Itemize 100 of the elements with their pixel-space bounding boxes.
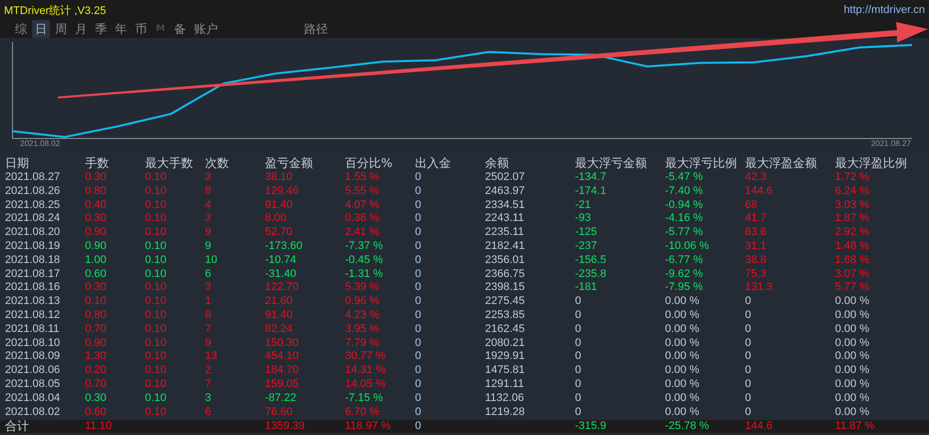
table-cell-text: 0 xyxy=(745,406,752,420)
table-cell-text: 0.00 % xyxy=(835,364,870,378)
table-cell-text: 0.30 xyxy=(85,212,108,226)
tab[interactable]: 备 xyxy=(170,20,189,38)
tab[interactable]: 路径 xyxy=(300,20,331,38)
table-cell-text: 31.1 xyxy=(745,240,768,254)
table-cell-text: -7.15 % xyxy=(345,392,384,406)
table-cell-text: -237 xyxy=(575,240,598,254)
table-cell-text: 11.10 xyxy=(85,420,113,434)
tab[interactable]: 综 xyxy=(12,20,30,38)
table-cell-text: 68 xyxy=(745,198,758,212)
table-cell-text: 0.10 xyxy=(145,378,168,392)
table-cell-text: 75.3 xyxy=(745,268,768,282)
table-cell-text: 0.10 xyxy=(145,240,168,254)
table-cell-text: 159.05 xyxy=(265,378,300,392)
column-header: 最大浮亏比例 xyxy=(665,155,738,171)
table-cell-text: 1.30 xyxy=(85,350,108,364)
table-cell-text: 3 xyxy=(205,212,212,226)
table-cell-text: -10.74 xyxy=(265,254,298,268)
table-cell-text: 0.80 xyxy=(85,308,108,323)
table-cell-text: 1.00 xyxy=(85,254,108,268)
table-cell-text: 1219.28 xyxy=(485,406,526,420)
table-cell-text: 82.24 xyxy=(265,322,294,337)
table-cell-text: -315.9 xyxy=(575,420,608,434)
table-cell-text: 0.60 xyxy=(85,406,108,420)
table-cell-text: 5.39 % xyxy=(345,281,380,296)
table-cell-text: 9 xyxy=(205,226,212,240)
table-cell-text: 2243.11 xyxy=(485,212,525,226)
tab[interactable]: 账户 xyxy=(190,20,221,38)
table-cell-text: 0.10 xyxy=(145,308,168,323)
tab[interactable]: 币 xyxy=(132,20,150,38)
table-cell-text: 0 xyxy=(745,308,752,323)
tab[interactable]: 月 xyxy=(72,20,90,38)
tab[interactable]: 年 xyxy=(112,20,130,38)
table-cell-text: 2021.08.26 xyxy=(5,184,62,199)
table-cell-text: 14.31 % xyxy=(345,364,386,378)
tab[interactable]: 季 xyxy=(92,20,110,38)
table-cell-text: 1291.11 xyxy=(485,378,525,392)
table-cell-text: 2502.07 xyxy=(485,171,526,185)
table-cell-text: 0 xyxy=(415,240,422,254)
table-cell-text: 0.10 xyxy=(145,364,168,378)
tab[interactable]: 日 xyxy=(32,20,50,38)
table-cell-text: 2235.11 xyxy=(485,226,525,240)
table-cell-text: 0.10 xyxy=(145,212,168,226)
website-link[interactable]: http://mtdriver.cn xyxy=(844,4,925,16)
table-cell-text: 0.00 % xyxy=(835,336,870,350)
table-cell-text: 0 xyxy=(575,364,582,378)
table-cell-text: 0 xyxy=(575,308,582,323)
table-cell-text: 2021.08.18 xyxy=(5,254,62,268)
table-cell-text: 0 xyxy=(415,378,422,392)
table-cell-text: 2366.75 xyxy=(485,268,526,282)
table-cell-text: 0.60 xyxy=(85,268,108,282)
table-cell-text: 2334.51 xyxy=(485,198,526,212)
table-cell-text: 0 xyxy=(575,350,582,364)
table-cell-text: 2398.15 xyxy=(485,281,526,296)
table-cell-text: -7.95 % xyxy=(665,281,704,296)
total-label: 合计 xyxy=(5,420,30,434)
table-cell-text: -10.06 % xyxy=(665,240,710,254)
table-cell-text: 1.55 % xyxy=(345,171,380,185)
table-cell-text: -0.45 % xyxy=(345,254,384,268)
table-cell-text: 0 xyxy=(415,350,422,364)
table-cell-text: 0.00 % xyxy=(665,364,700,378)
table-cell-text: 0 xyxy=(415,420,422,434)
table-cell-text: 3 xyxy=(205,171,212,185)
table-cell-text: 0.10 xyxy=(145,171,168,185)
table-cell-text: 8 xyxy=(205,308,212,323)
table-cell-text: 0.30 xyxy=(85,171,108,185)
tab[interactable]: 周 xyxy=(52,20,70,38)
table-cell-text: 2356.01 xyxy=(485,254,526,268)
table-cell-text: 0 xyxy=(415,198,422,212)
table-cell-text: 0.00 % xyxy=(835,322,870,337)
table-cell-text: 4 xyxy=(205,198,212,212)
column-header: 最大浮盈金额 xyxy=(745,155,818,171)
table-cell-text: 0 xyxy=(415,212,422,226)
table-cell-text: 0.00 % xyxy=(665,336,700,350)
table-cell-text: 144.6 xyxy=(745,420,774,434)
table-cell-text: -9.62 % xyxy=(665,268,704,282)
table-cell-text: 0.00 % xyxy=(665,350,700,364)
table-cell-text: 0.70 xyxy=(85,378,108,392)
table-cell-text: -25.78 % xyxy=(665,420,710,434)
table-cell-text: 0.00 % xyxy=(835,350,870,364)
table-cell-text: 6.24 % xyxy=(835,184,870,199)
table-cell-text: -156.5 xyxy=(575,254,608,268)
table-cell-text: 38.10 xyxy=(265,171,294,185)
table-cell-text: -7.37 % xyxy=(345,240,384,254)
column-header: 出入金 xyxy=(415,155,452,171)
table-cell-text: 2021.08.05 xyxy=(5,378,62,392)
table-cell-text: 4.07 % xyxy=(345,198,380,212)
table-cell-text: 1 xyxy=(205,295,212,309)
table-cell-text: 0.00 % xyxy=(665,308,700,323)
table-cell-text: 5.55 % xyxy=(345,184,380,199)
table-cell-text: 0.00 % xyxy=(835,406,870,420)
table-cell-text: 0.00 % xyxy=(835,392,870,406)
table-cell-text: 0.00 % xyxy=(835,308,870,323)
table-cell-text: 0.00 % xyxy=(665,295,700,309)
table-cell-text: -134.7 xyxy=(575,171,608,185)
table-cell-text: 1.48 % xyxy=(835,240,870,254)
table-cell-text: 14.05 % xyxy=(345,378,386,392)
table-cell-text: 2.92 % xyxy=(835,226,870,240)
table-cell-text: -7.40 % xyxy=(665,184,704,199)
